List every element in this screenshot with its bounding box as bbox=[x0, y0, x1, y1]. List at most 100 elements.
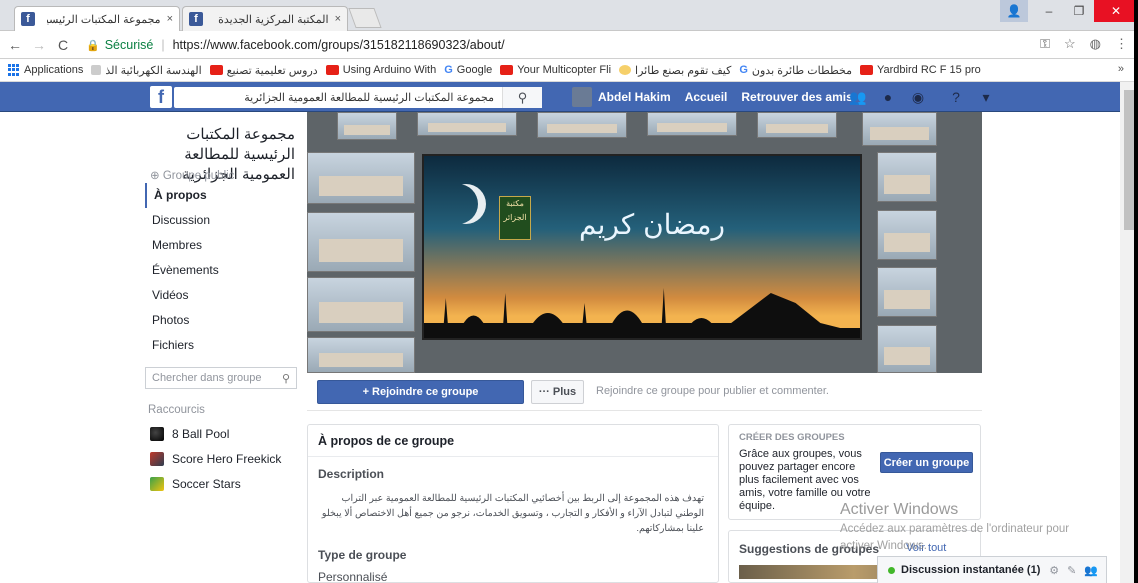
library-photo bbox=[647, 112, 737, 136]
bookmark-build-plane[interactable]: كيف تقوم بصنع طائرا bbox=[619, 64, 731, 77]
bookmark-applications[interactable]: Applications bbox=[8, 64, 83, 76]
facebook-logo-icon[interactable]: f bbox=[150, 86, 172, 108]
forward-icon[interactable]: → bbox=[30, 37, 48, 53]
score-hero-icon bbox=[150, 452, 164, 466]
bookmark-label: Your Multicopter Fli bbox=[517, 64, 612, 76]
group-type-value: Personnalisé bbox=[318, 570, 388, 583]
group-nav-about[interactable]: À propos bbox=[145, 183, 297, 208]
bookmark-electrical[interactable]: الهندسة الكهربائية الذ bbox=[91, 64, 202, 77]
new-message-icon[interactable]: ✎ bbox=[1067, 564, 1076, 577]
help-icon[interactable]: ? bbox=[946, 87, 966, 107]
bookmarks-overflow-icon[interactable]: » bbox=[1118, 63, 1124, 75]
library-photo bbox=[307, 337, 415, 373]
tab-library[interactable]: f المكتبة المركزية الجديدة لا × bbox=[182, 6, 348, 31]
url-field[interactable]: 🔒 Sécurisé | https://www.facebook.com/gr… bbox=[86, 34, 1018, 56]
ramadan-calligraphy: رمضان كريم bbox=[579, 208, 726, 241]
shortcut-8-ball-pool[interactable]: 8 Ball Pool bbox=[150, 427, 229, 441]
scrollbar-thumb[interactable] bbox=[1124, 90, 1134, 230]
menu-icon[interactable]: ⋮ bbox=[1115, 36, 1128, 52]
shortcut-score-hero[interactable]: Score Hero Freekick bbox=[150, 452, 281, 466]
messenger-icon[interactable]: ● bbox=[878, 87, 898, 107]
tab-title: مجموعة المكتبات الرئيسية bbox=[47, 13, 161, 26]
group-nav-discussion[interactable]: Discussion bbox=[145, 208, 297, 233]
about-heading: À propos de ce groupe bbox=[308, 425, 718, 457]
window-controls: 👤 – ❐ ✕ bbox=[1000, 0, 1138, 24]
avatar[interactable] bbox=[572, 87, 592, 107]
secure-label: Sécurisé bbox=[104, 38, 154, 52]
minimize-button[interactable]: – bbox=[1034, 0, 1064, 22]
new-tab-button[interactable] bbox=[348, 8, 382, 28]
youtube-icon bbox=[209, 65, 223, 75]
library-photo bbox=[337, 112, 397, 140]
reload-icon[interactable]: C bbox=[54, 37, 72, 53]
ramadan-banner: مكتبة الجزائر رمضان كريم bbox=[422, 154, 862, 340]
shortcut-soccer-stars[interactable]: Soccer Stars bbox=[150, 477, 241, 491]
site-icon bbox=[619, 65, 632, 75]
notifications-icon[interactable]: ◉ bbox=[908, 87, 928, 107]
search-icon[interactable]: ⚲ bbox=[282, 372, 290, 385]
group-nav-photos[interactable]: Photos bbox=[145, 308, 297, 333]
group-nav-videos[interactable]: Vidéos bbox=[145, 283, 297, 308]
youtube-icon bbox=[860, 65, 873, 75]
bookmark-google[interactable]: G Google bbox=[444, 64, 492, 76]
bookmark-yardbird[interactable]: Yardbird RC F 15 pro bbox=[860, 64, 981, 76]
create-group-button[interactable]: Créer un groupe bbox=[880, 452, 973, 473]
bookmark-label: كيف تقوم بصنع طائرا bbox=[635, 64, 732, 77]
friend-requests-icon[interactable]: 👥 bbox=[848, 87, 868, 107]
back-icon[interactable]: ← bbox=[6, 37, 24, 53]
about-card: À propos de ce groupe Description تهدف ه… bbox=[307, 424, 719, 583]
library-photo bbox=[307, 277, 415, 332]
chat-label: Discussion instantanée (1) bbox=[901, 564, 1041, 576]
bookmark-label: مخططات طائرة بدون bbox=[751, 64, 852, 77]
bookmark-lessons[interactable]: دروس تعليمية تصنيع bbox=[209, 64, 318, 77]
library-photo bbox=[537, 112, 627, 138]
tab-group[interactable]: f مجموعة المكتبات الرئيسية × bbox=[14, 6, 180, 31]
search-input[interactable]: مجموعة المكتبات الرئيسية للمطالعة العموم… bbox=[174, 91, 502, 104]
bookmark-multicopter[interactable]: Your Multicopter Fli bbox=[500, 64, 611, 76]
youtube-icon bbox=[500, 65, 514, 75]
join-group-button[interactable]: + Rejoindre ce groupe bbox=[317, 380, 524, 404]
library-emblem: مكتبة الجزائر bbox=[499, 196, 531, 240]
account-menu-icon[interactable]: ▾ bbox=[976, 87, 996, 107]
soccer-stars-icon bbox=[150, 477, 164, 491]
more-button[interactable]: ··· Plus bbox=[531, 380, 584, 404]
group-nav-members[interactable]: Membres bbox=[145, 233, 297, 258]
tab-close-icon[interactable]: × bbox=[167, 13, 173, 25]
shortcuts-heading: Raccourcis bbox=[148, 404, 205, 416]
group-nav-files[interactable]: Fichiers bbox=[145, 333, 297, 358]
group-nav-events[interactable]: Évènements bbox=[145, 258, 297, 283]
library-photo bbox=[307, 152, 415, 204]
home-link[interactable]: Accueil bbox=[685, 90, 728, 104]
maximize-button[interactable]: ❐ bbox=[1064, 0, 1094, 22]
tab-title: المكتبة المركزية الجديدة لا bbox=[215, 13, 329, 26]
browser-tab-strip: f مجموعة المكتبات الرئيسية × f المكتبة ا… bbox=[0, 0, 1138, 31]
search-icon[interactable]: ⚲ bbox=[502, 87, 542, 108]
create-group-chat-icon[interactable]: 👥 bbox=[1084, 564, 1098, 577]
address-bar-row: ← → C 🔒 Sécurisé | https://www.facebook.… bbox=[0, 31, 1138, 59]
tab-close-icon[interactable]: × bbox=[335, 13, 341, 25]
shortcut-label: 8 Ball Pool bbox=[172, 427, 230, 441]
globe-icon bbox=[91, 65, 102, 75]
facebook-favicon-icon: f bbox=[189, 12, 203, 26]
apps-grid-icon bbox=[8, 64, 20, 76]
key-icon[interactable]: ⚿ bbox=[1040, 36, 1050, 52]
profile-link[interactable]: Abdel Hakim bbox=[598, 90, 671, 104]
library-photo bbox=[877, 325, 937, 373]
star-icon[interactable]: ☆ bbox=[1064, 36, 1076, 52]
bookmark-drone-plans[interactable]: G مخططات طائرة بدون bbox=[739, 64, 852, 77]
chat-settings-icon[interactable]: ⚙ bbox=[1049, 564, 1059, 577]
bookmark-arduino[interactable]: Using Arduino With bbox=[325, 64, 436, 76]
group-search-input[interactable]: Chercher dans groupe ⚲ bbox=[145, 367, 297, 389]
group-cover-photo[interactable]: مكتبة الجزائر رمضان كريم bbox=[307, 112, 982, 373]
facebook-search[interactable]: مجموعة المكتبات الرئيسية للمطالعة العموم… bbox=[174, 87, 542, 108]
extension-icon[interactable]: ◍ bbox=[1090, 36, 1101, 52]
shortcut-label: Soccer Stars bbox=[172, 477, 241, 491]
bookmark-label: دروس تعليمية تصنيع bbox=[226, 64, 318, 77]
close-window-button[interactable]: ✕ bbox=[1094, 0, 1138, 22]
url-separator: | bbox=[161, 38, 165, 52]
find-friends-link[interactable]: Retrouver des amis bbox=[741, 90, 852, 104]
library-photo bbox=[877, 210, 937, 260]
profile-icon[interactable]: 👤 bbox=[1000, 0, 1028, 22]
chat-bar[interactable]: Discussion instantanée (1) ⚙ ✎ 👥 bbox=[877, 556, 1107, 583]
group-nav: À propos Discussion Membres Évènements V… bbox=[145, 183, 297, 358]
